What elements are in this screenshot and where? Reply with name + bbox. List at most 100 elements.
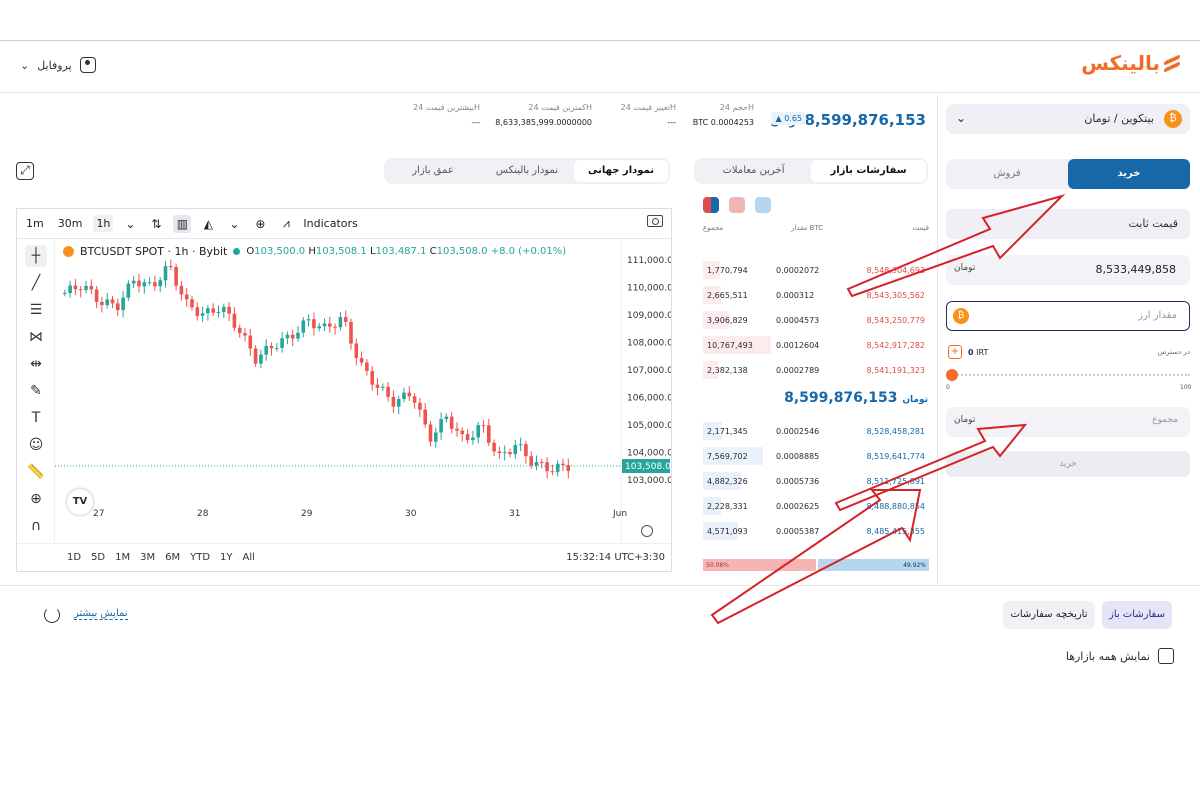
tab-latest-trades[interactable]: آخرین معاملات [696, 160, 811, 182]
timeframe-1m[interactable]: 1m [23, 215, 47, 232]
ask-row[interactable]: 2,382,138 0.0002789 8,541,191,323 [703, 361, 929, 379]
candle [402, 392, 406, 400]
sell-tab[interactable]: فروش [946, 159, 1068, 189]
price-field[interactable]: تومان 8,533,449,858 [946, 255, 1190, 285]
view-both-icon[interactable] [703, 197, 719, 213]
tab-balinex-chart[interactable]: نمودار بالینکس [480, 160, 574, 182]
date-tick: 27 [93, 509, 104, 519]
timeframe-1h[interactable]: 1h [93, 215, 114, 232]
add-compare-icon[interactable]: ⊕ [251, 215, 269, 233]
bitcoin-icon: ₿ [953, 308, 969, 324]
candle [190, 299, 194, 308]
zoom-in-icon[interactable]: ⊕ [25, 488, 47, 510]
market-selector[interactable]: ₿ بیتکوین / تومان ⌄ [946, 104, 1190, 134]
bid-row[interactable]: 2,228,331 0.0002625 8,488,880,854 [703, 497, 929, 515]
fib-icon[interactable]: ☰ [25, 299, 47, 321]
range-1m[interactable]: 1M [115, 552, 130, 563]
range-6m[interactable]: 6M [165, 552, 180, 563]
total-field[interactable]: تومان مجموع [946, 407, 1190, 437]
candle [391, 396, 396, 407]
bid-row[interactable]: 2,171,345 0.0002546 8,528,458,281 [703, 422, 929, 440]
price-tick: 107,000.0 [627, 366, 671, 376]
bid-row[interactable]: 4,882,326 0.0005736 8,511,725,891 [703, 472, 929, 490]
range-5d[interactable]: 5D [91, 552, 105, 563]
tradingview-logo[interactable]: TV [67, 489, 93, 515]
slider-knob[interactable] [946, 369, 958, 381]
emoji-icon[interactable]: ☺ [25, 434, 47, 456]
bid-row[interactable]: 4,571,093 0.0005387 8,485,415,355 [703, 522, 929, 540]
candle [195, 307, 200, 316]
range-ytd[interactable]: YTD [190, 552, 210, 563]
candle [63, 293, 67, 294]
candle [116, 303, 120, 311]
price-chart[interactable]: 1m 30m 1h ⌄ ⇅ ▥ ◭ ⌄ ⊕ ⩘ Indicators ┼ ╱ ☰… [16, 208, 672, 572]
candle [359, 358, 364, 363]
range-all[interactable]: All [243, 552, 255, 563]
candle [333, 326, 337, 328]
candle [312, 319, 316, 329]
tab-depth[interactable]: عمق بازار [386, 160, 480, 182]
chart-tabs: عمق بازار نمودار بالینکس نمودار جهانی [384, 158, 670, 184]
range-1d[interactable]: 1D [67, 552, 81, 563]
indicators-button[interactable]: Indicators [303, 217, 357, 230]
candle [550, 471, 555, 473]
brush-icon[interactable]: ✎ [25, 380, 47, 402]
tab-global-chart[interactable]: نمودار جهانی [574, 160, 668, 182]
candle [296, 332, 300, 339]
checkbox[interactable] [1158, 648, 1174, 664]
row-total: 2,665,511 [707, 291, 748, 300]
candle [264, 345, 268, 355]
ask-row[interactable]: 1,770,794 0.0002072 8,548,304,693 [703, 261, 929, 279]
row-total: 10,767,493 [707, 341, 753, 350]
candle [322, 323, 327, 327]
tab-order-history[interactable]: تاریخچه سفارشات [1003, 601, 1095, 629]
brand-logo[interactable]: بالینکس [1081, 51, 1182, 75]
text-icon[interactable]: T [25, 407, 47, 429]
bar-replay-icon[interactable]: ⇅ [147, 215, 165, 233]
buy-submit-button[interactable]: خرید [946, 451, 1190, 477]
tab-open-orders[interactable]: سفارشات باز [1102, 601, 1172, 629]
candle [169, 266, 173, 268]
view-bids-icon[interactable] [755, 197, 771, 213]
ask-row[interactable]: 10,767,493 0.0012604 8,542,917,282 [703, 336, 929, 354]
area-chart-icon[interactable]: ◭ [199, 215, 217, 233]
view-asks-icon[interactable] [729, 197, 745, 213]
order-type-select[interactable]: قیمت ثابت [946, 209, 1190, 239]
expand-icon[interactable]: ⤢ [16, 162, 34, 180]
indicators-icon[interactable]: ⩘ [277, 215, 295, 233]
candle [158, 280, 162, 287]
timeframe-30m[interactable]: 30m [55, 215, 86, 232]
settings-gear-icon[interactable] [641, 525, 653, 537]
ruler-icon[interactable]: 📏 [25, 461, 47, 483]
ask-row[interactable]: 2,665,511 0.000312 8,543,305,562 [703, 286, 929, 304]
row-price: 8,519,641,774 [866, 452, 925, 461]
all-markets-toggle[interactable]: نمایش همه بازارها [1066, 648, 1174, 664]
candle [524, 444, 528, 457]
amount-field[interactable]: ₿ مقدار ارز [946, 301, 1190, 331]
candle [386, 386, 390, 397]
crosshair-icon[interactable]: ┼ [25, 245, 47, 267]
candle [184, 294, 189, 300]
profile-menu[interactable]: ⌄ پروفایل [20, 57, 96, 73]
trend-line-icon[interactable]: ╱ [25, 272, 47, 294]
buy-tab[interactable]: خرید [1068, 159, 1190, 189]
magnet-icon[interactable]: ∩ [25, 515, 47, 537]
refresh-icon[interactable] [44, 607, 60, 623]
amount-slider[interactable] [946, 369, 1190, 381]
pattern-icon[interactable]: ⋈ [25, 326, 47, 348]
chevron-down-icon[interactable]: ⌄ [121, 215, 139, 233]
candle [412, 396, 417, 403]
chevron-down-icon[interactable]: ⌄ [225, 215, 243, 233]
camera-icon[interactable] [647, 215, 663, 227]
tab-market-orders[interactable]: سفارشات بازار [811, 160, 926, 182]
forecast-icon[interactable]: ⇹ [25, 353, 47, 375]
row-price: 8,528,458,281 [866, 427, 925, 436]
deposit-plus-icon[interactable]: + [948, 345, 962, 359]
bid-row[interactable]: 7,569,702 0.0008885 8,519,641,774 [703, 447, 929, 465]
candles-icon[interactable]: ▥ [173, 214, 192, 233]
range-3m[interactable]: 3M [140, 552, 155, 563]
ask-row[interactable]: 3,906,829 0.0004573 8,543,250,779 [703, 311, 929, 329]
range-1y[interactable]: 1Y [220, 552, 232, 563]
candlestick-plot[interactable]: 111,000.0 110,000.0 109,000.0 108,000.0 107,… [55, 240, 671, 544]
show-more-link[interactable]: نمایش بیشتر [74, 608, 128, 620]
